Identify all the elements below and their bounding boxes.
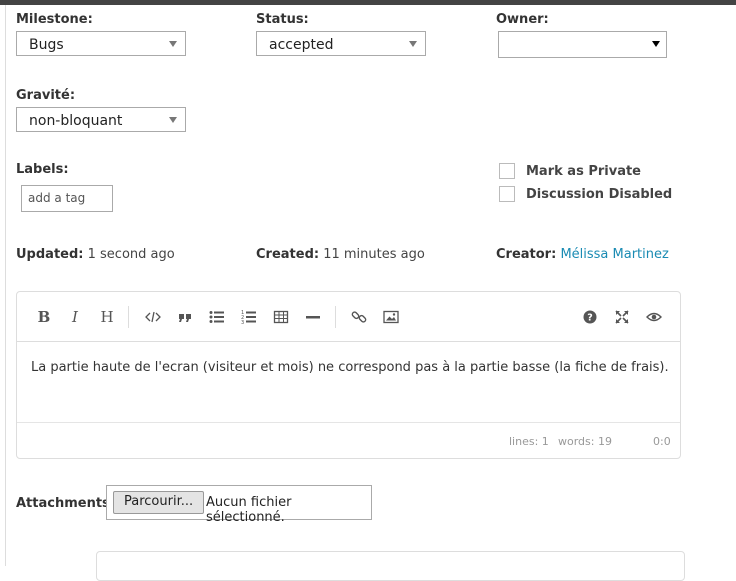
editor-content[interactable]: La partie haute de l'ecran (visiteur et … bbox=[31, 360, 669, 375]
quote-button[interactable] bbox=[174, 306, 196, 328]
toolbar-separator bbox=[128, 306, 129, 328]
creator-link[interactable]: Mélissa Martinez bbox=[560, 247, 668, 262]
code-icon bbox=[145, 311, 161, 323]
milestone-label: Milestone: bbox=[16, 12, 93, 27]
fullscreen-button[interactable] bbox=[611, 306, 633, 328]
discussion-disabled-checkbox[interactable] bbox=[499, 186, 515, 202]
table-button[interactable] bbox=[270, 306, 292, 328]
chevron-down-icon bbox=[409, 41, 417, 47]
discussion-disabled-label: Discussion Disabled bbox=[526, 187, 673, 202]
heading-button[interactable]: H bbox=[96, 306, 118, 328]
svg-text:3: 3 bbox=[241, 320, 244, 325]
updated-info: Updated: 1 second ago bbox=[16, 247, 175, 262]
owner-label: Owner: bbox=[496, 12, 549, 27]
svg-text:?: ? bbox=[587, 313, 593, 324]
word-count: words: 19 bbox=[558, 435, 612, 448]
bottom-panel bbox=[96, 551, 685, 581]
gravite-select[interactable]: non-bloquant bbox=[16, 107, 186, 132]
link-icon bbox=[351, 311, 367, 323]
list-ul-icon bbox=[209, 311, 224, 323]
status-value: accepted bbox=[269, 37, 334, 53]
italic-button[interactable]: I bbox=[64, 306, 86, 328]
horizontal-rule-icon bbox=[306, 316, 320, 319]
gravite-label: Gravité: bbox=[16, 88, 76, 103]
milestone-select[interactable]: Bugs bbox=[16, 31, 186, 56]
line-count: lines: 1 bbox=[509, 435, 549, 448]
table-icon bbox=[273, 310, 289, 324]
editor-statusbar: lines: 1 words: 19 0:0 bbox=[17, 422, 680, 458]
preview-button[interactable] bbox=[643, 306, 665, 328]
cursor-position: 0:0 bbox=[653, 435, 671, 448]
list-ol-icon: 123 bbox=[241, 310, 256, 325]
gravite-value: non-bloquant bbox=[29, 113, 123, 129]
markdown-editor: B I H 123 ? La partie haute de l'ecran (… bbox=[16, 291, 681, 459]
eye-icon bbox=[646, 312, 662, 322]
image-button[interactable] bbox=[380, 306, 402, 328]
chevron-down-icon bbox=[169, 41, 177, 47]
chevron-down-icon bbox=[652, 41, 660, 47]
toolbar-separator bbox=[335, 306, 336, 328]
labels-label: Labels: bbox=[16, 162, 69, 177]
mark-private-checkbox[interactable] bbox=[499, 163, 515, 179]
fullscreen-icon bbox=[615, 310, 629, 324]
quote-icon bbox=[179, 314, 191, 322]
updated-label: Updated: bbox=[16, 247, 84, 262]
created-label: Created: bbox=[256, 247, 320, 262]
created-info: Created: 11 minutes ago bbox=[256, 247, 425, 262]
tag-input[interactable]: add a tag bbox=[21, 185, 113, 212]
file-input[interactable]: Parcourir... Aucun fichier sélectionné. bbox=[106, 485, 372, 525]
left-border bbox=[5, 5, 6, 566]
creator-label: Creator: bbox=[496, 247, 557, 262]
bold-button[interactable]: B bbox=[33, 306, 55, 328]
unordered-list-button[interactable] bbox=[206, 306, 228, 328]
chevron-down-icon bbox=[169, 117, 177, 123]
creator-info: Creator: Mélissa Martinez bbox=[496, 247, 669, 262]
status-select[interactable]: accepted bbox=[256, 31, 426, 56]
code-button[interactable] bbox=[142, 306, 164, 328]
owner-select[interactable] bbox=[498, 31, 667, 58]
ordered-list-button[interactable]: 123 bbox=[238, 306, 260, 328]
help-icon: ? bbox=[583, 310, 597, 324]
top-bar bbox=[0, 0, 736, 5]
help-button[interactable]: ? bbox=[579, 306, 601, 328]
updated-value: 1 second ago bbox=[87, 247, 175, 262]
created-value: 11 minutes ago bbox=[323, 247, 425, 262]
horizontal-rule-button[interactable] bbox=[302, 306, 324, 328]
tag-input-placeholder: add a tag bbox=[28, 191, 86, 205]
attachments-label: Attachments: bbox=[16, 496, 115, 511]
milestone-value: Bugs bbox=[29, 37, 64, 53]
editor-toolbar: B I H 123 ? bbox=[17, 292, 680, 342]
no-file-text: Aucun fichier sélectionné. bbox=[206, 495, 292, 525]
mark-private-label: Mark as Private bbox=[526, 164, 642, 179]
image-icon bbox=[383, 310, 399, 324]
status-label: Status: bbox=[256, 12, 309, 27]
browse-button[interactable]: Parcourir... bbox=[113, 491, 205, 514]
link-button[interactable] bbox=[348, 306, 370, 328]
